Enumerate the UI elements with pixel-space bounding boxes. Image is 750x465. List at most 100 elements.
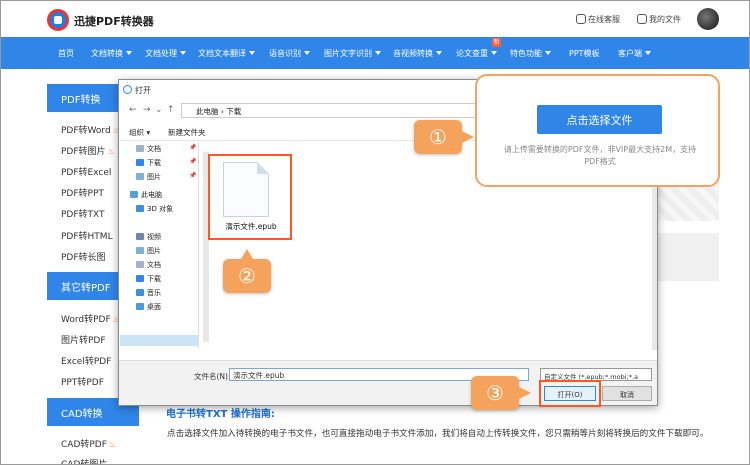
sidebar-item-pdf-to-ppt[interactable]: PDF转PPT [61, 186, 104, 199]
tree-item-desktop[interactable]: 桌面 [136, 302, 161, 312]
guide-title: 电子书转TXT 操作指南: [166, 409, 275, 420]
tree-item-downloads[interactable]: 下载 [136, 158, 161, 168]
video-icon [136, 233, 144, 240]
pin-icon: 📌 [189, 172, 197, 179]
sidebar-item-image-to-pdf[interactable]: 图片转PDF [61, 333, 106, 346]
folder-tree: 文档 📌 下载 📌 图片 📌 此电脑 3D 对象 视频 图片 文档 下载 音乐 … [119, 142, 199, 348]
nav-features[interactable]: 特色功能 [510, 48, 551, 59]
nav-ppt-template[interactable]: PPT模板 [569, 48, 600, 59]
tree-item-3d-objects[interactable]: 3D 对象 [136, 204, 173, 214]
tree-item-downloads-2[interactable]: 下载 [136, 274, 161, 284]
tree-item-label: 文档 [147, 261, 161, 269]
upload-hint: 请上传需要转换的PDF文件，非VIP最大支持2M，支持PDF格式 [503, 145, 697, 166]
tree-item-pictures-2[interactable]: 图片 [136, 246, 161, 256]
open-button[interactable]: 打开(O) [544, 386, 596, 401]
headset-icon [576, 14, 586, 24]
pin-icon: 📌 [189, 144, 197, 151]
sidebar-item-word-to-pdf[interactable]: Word转PDF ♨ [61, 312, 120, 325]
tree-item-documents-2[interactable]: 文档 [136, 260, 161, 270]
download-icon [136, 275, 144, 282]
tree-item-label: 文档 [147, 145, 161, 153]
nav-ocr[interactable]: 图片文字识别 [324, 48, 381, 59]
forward-icon[interactable]: → [143, 105, 151, 115]
sidebar-item-ppt-to-pdf[interactable]: PPT转PDF [61, 375, 104, 388]
sidebar-item-cad-to-image[interactable]: CAD转图片 [61, 457, 107, 464]
nav-doc-process[interactable]: 文档处理 [145, 48, 186, 59]
tree-item-videos[interactable]: 视频 [136, 232, 161, 242]
pin-icon: 📌 [189, 158, 197, 165]
sidebar-item-excel-to-pdf[interactable]: Excel转PDF [61, 354, 111, 367]
3d-icon [136, 205, 144, 212]
file-icon [637, 14, 647, 24]
step-1-badge: ① [414, 120, 474, 154]
sidebar-item-cad-to-pdf[interactable]: CAD转PDF ♨ [61, 437, 116, 450]
folder-icon [136, 145, 144, 152]
sidebar-item-label: CAD转PDF [61, 440, 107, 450]
tree-item-label: 3D 对象 [147, 205, 174, 213]
nav-doc-translate[interactable]: 文档文本翻译 [198, 48, 255, 59]
new-folder-button[interactable]: 新建文件夹 [168, 127, 206, 138]
computer-icon [130, 191, 138, 198]
page: 迅捷PDF转换器 在线客服 我的文件 首页 文档转换 文档处理 文档文本翻译 语… [0, 0, 750, 465]
customer-service-label: 在线客服 [588, 15, 620, 24]
fire-icon: ♨ [107, 147, 115, 156]
tree-item-label: 桌面 [147, 303, 161, 311]
tree-item-label: 此电脑 [141, 191, 162, 199]
cancel-button[interactable]: 取消 [602, 386, 652, 401]
sidebar-item-pdf-to-excel[interactable]: PDF转Excel [61, 165, 111, 178]
desktop-icon [136, 303, 144, 310]
tree-item-label: 音乐 [147, 289, 161, 297]
content-placeholder [651, 233, 719, 281]
tree-item-music[interactable]: 音乐 [136, 288, 161, 298]
tree-item-pictures[interactable]: 图片 [136, 172, 161, 182]
customer-service-link[interactable]: 在线客服 [576, 14, 620, 25]
sidebar-item-pdf-to-txt[interactable]: PDF转TXT [61, 207, 105, 220]
tree-item-label: 下载 [147, 159, 161, 167]
files-scrollbar[interactable] [652, 180, 657, 350]
organize-button[interactable]: 组织 ▾ [129, 127, 150, 138]
folder-icon [136, 261, 144, 268]
brand-logo-icon[interactable] [47, 9, 69, 31]
step-3-badge: ③ [471, 376, 531, 410]
nav-plagiarism[interactable]: 论文查重 [456, 48, 497, 59]
tree-item-label: 图片 [147, 247, 161, 255]
main-nav: 首页 文档转换 文档处理 文档文本翻译 语音识别 图片文字识别 音视频转换 论文… [1, 37, 749, 69]
sidebar-item-pdf-to-long-image[interactable]: PDF转长图 [61, 250, 106, 263]
fire-icon: ♨ [108, 440, 117, 449]
step-2-badge: ② [223, 249, 271, 293]
address-bar[interactable]: 此电脑 › 下载 [181, 103, 481, 118]
nav-home[interactable]: 首页 [58, 48, 74, 59]
file-item-name[interactable]: 演示文件.epub [215, 221, 287, 232]
tree-item-label: 下载 [147, 275, 161, 283]
top-header: 迅捷PDF转换器 在线客服 我的文件 [1, 1, 749, 37]
guide-text: 点击选择文件加入待转换的电子书文件，也可直接拖动电子书文件添加，我们将自动上传转… [167, 429, 709, 439]
brand-name[interactable]: 迅捷PDF转换器 [74, 13, 154, 29]
sidebar-item-label: PDF转图片 [61, 147, 106, 157]
user-avatar[interactable] [697, 8, 719, 30]
download-icon [136, 159, 144, 166]
sidebar-item-pdf-to-html[interactable]: PDF转HTML [61, 229, 113, 242]
new-badge: 新 [492, 38, 501, 47]
choose-file-button[interactable]: 点击选择文件 [537, 105, 662, 134]
tree-item-documents[interactable]: 文档 [136, 144, 161, 154]
nav-av-convert[interactable]: 音视频转换 [393, 48, 442, 59]
nav-doc-convert[interactable]: 文档转换 [91, 48, 132, 59]
up-icon[interactable]: ↑ [167, 105, 175, 115]
sidebar-item-label: Word转PDF [61, 315, 111, 325]
nav-client[interactable]: 客户端 [618, 48, 651, 59]
music-icon [136, 289, 144, 296]
sidebar-item-pdf-to-image[interactable]: PDF转图片 ♨ [61, 144, 115, 157]
sidebar-item-pdf-to-word[interactable]: PDF转Word ♨ [61, 123, 120, 136]
image-folder-icon [136, 173, 144, 180]
tree-item-this-pc[interactable]: 此电脑 [130, 190, 162, 200]
sidebar-item-label: PDF转Word [61, 126, 111, 136]
my-files-label: 我的文件 [649, 15, 681, 24]
back-icon[interactable]: ← [129, 105, 137, 115]
tree-item-label: 视频 [147, 233, 161, 241]
nav-speech[interactable]: 语音识别 [269, 48, 310, 59]
tree-selection [120, 335, 198, 346]
filename-label: 文件名(N): [194, 372, 231, 381]
my-files-link[interactable]: 我的文件 [637, 14, 681, 25]
epub-file-icon[interactable] [223, 162, 269, 217]
chevron-down-icon[interactable]: ⌄ [155, 105, 163, 115]
